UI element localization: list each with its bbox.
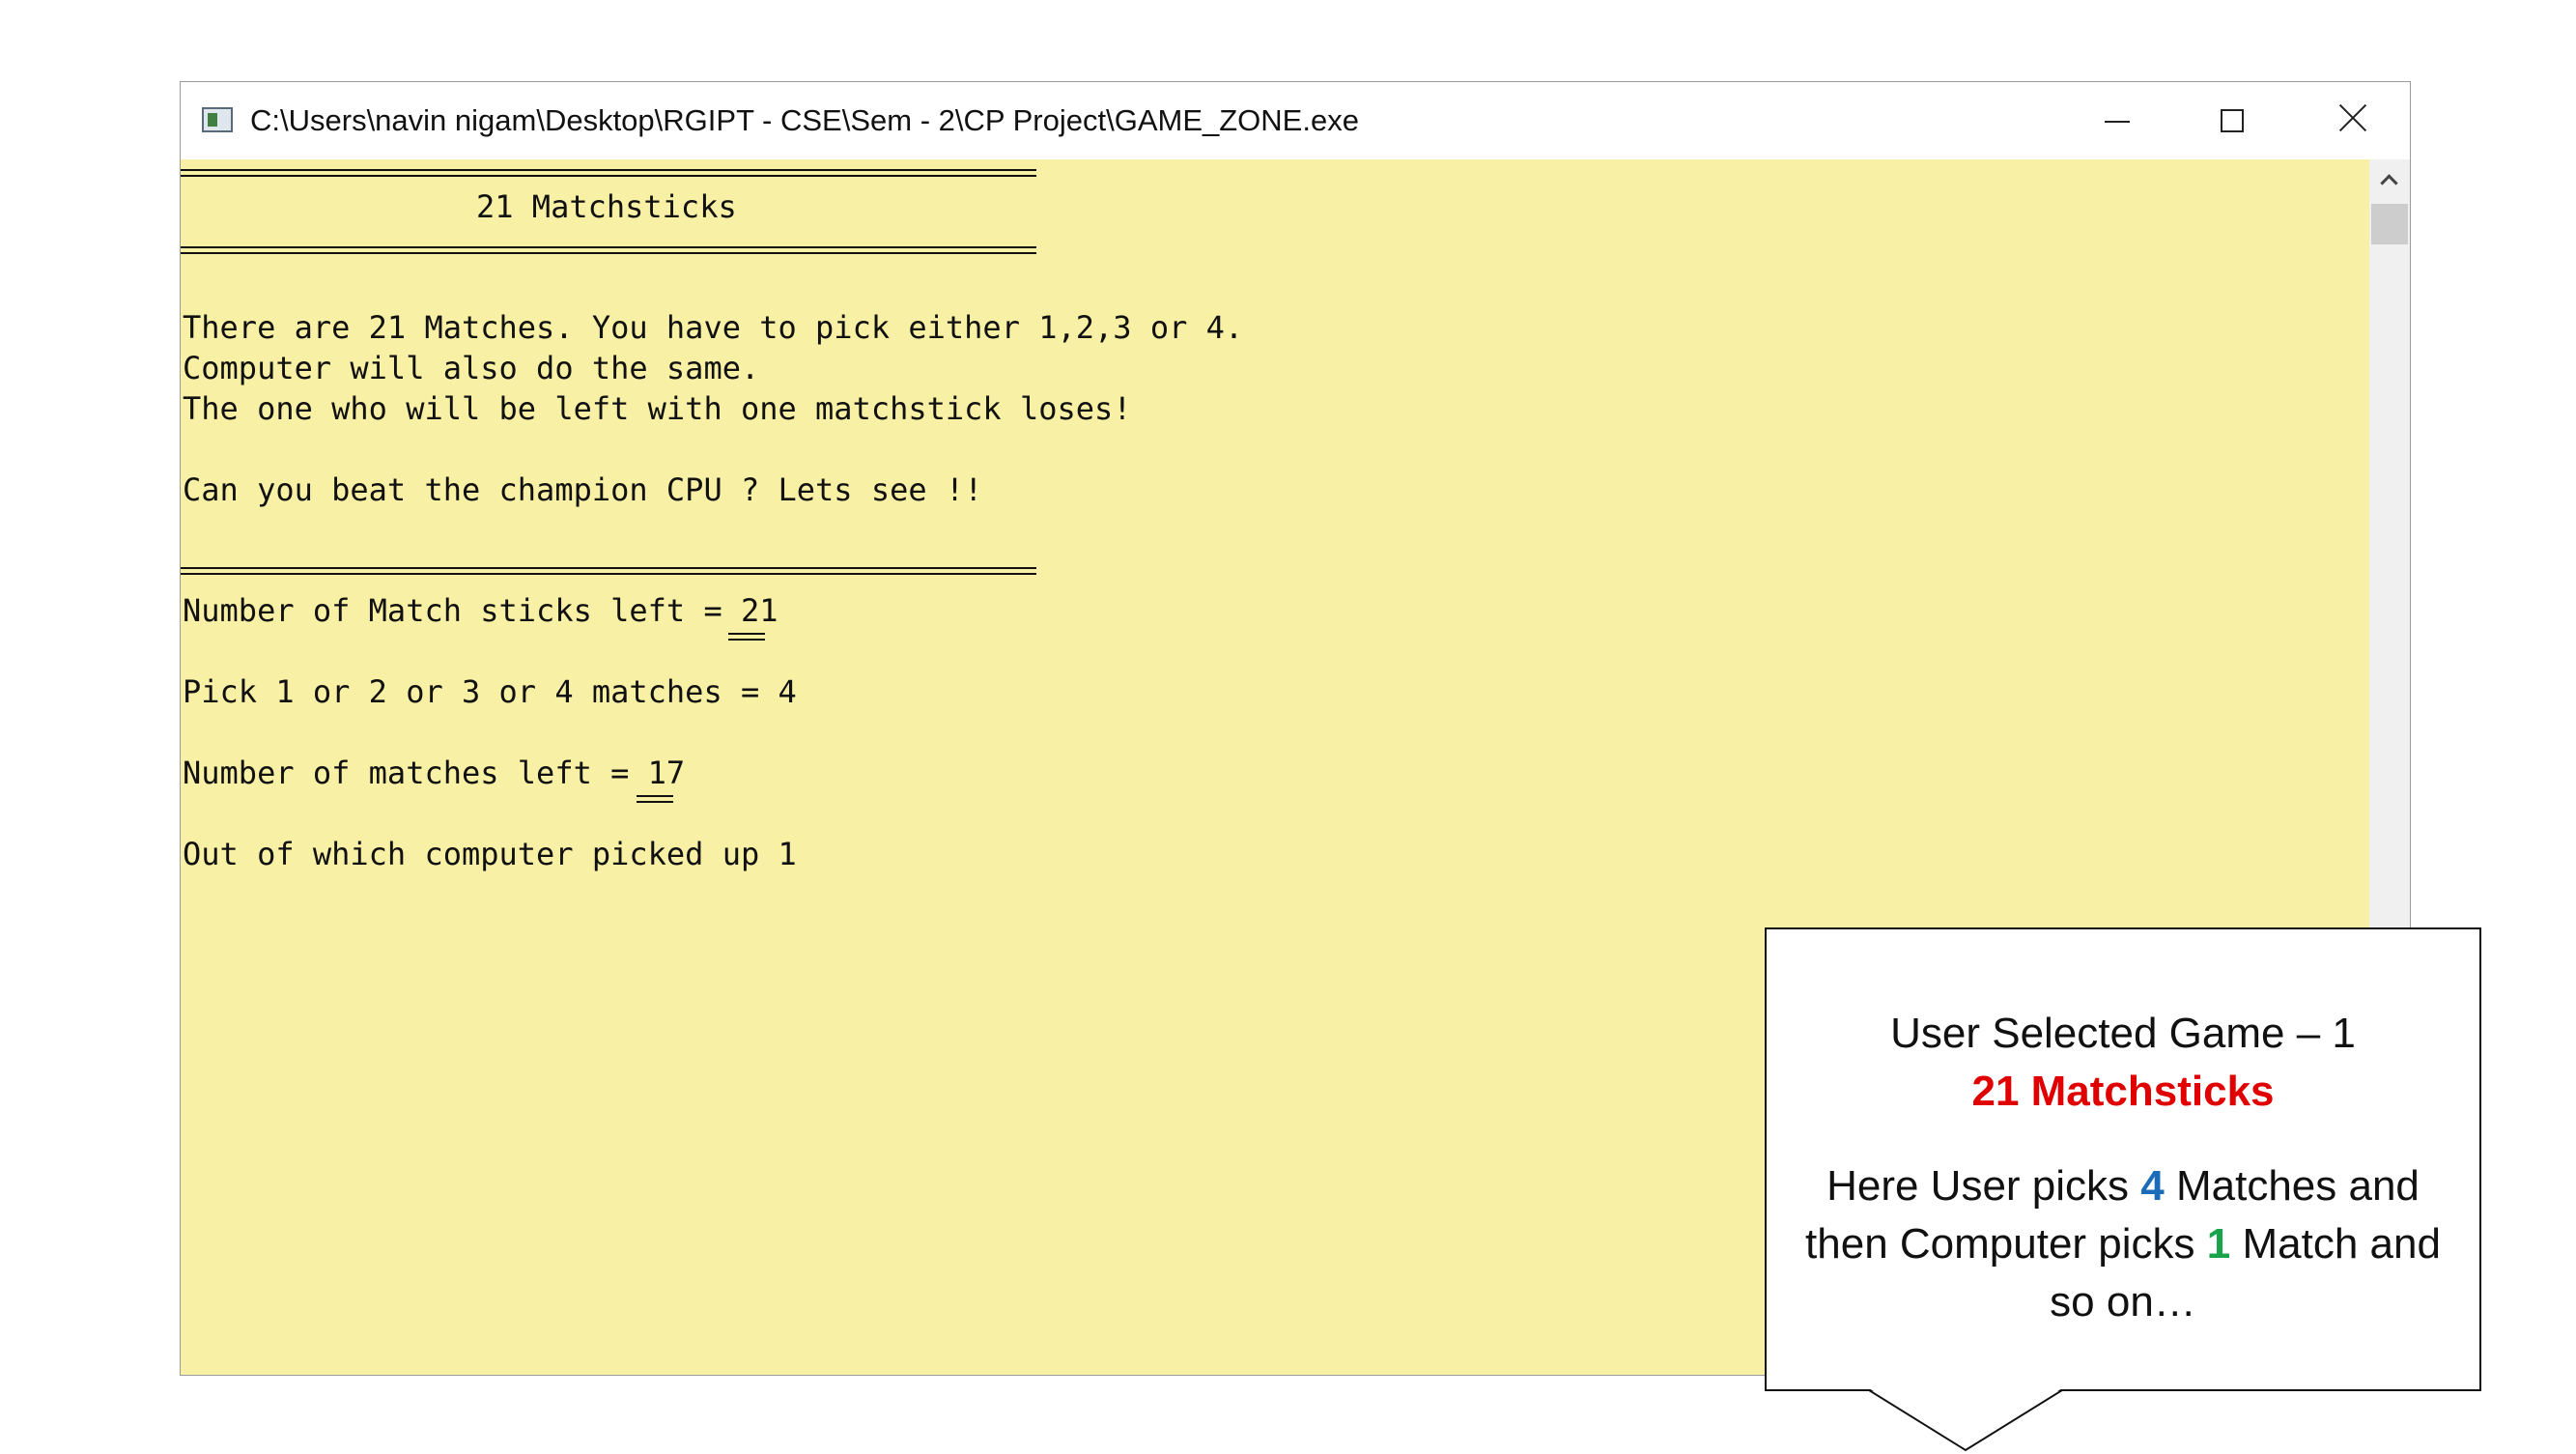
maximize-icon [2221,109,2244,132]
heading-rule-top-1 [181,169,1036,171]
minimize-icon [2105,121,2130,123]
game-heading: 21 Matchsticks [476,188,737,225]
app-icon [202,107,233,132]
annotation-callout: User Selected Game – 1 21 Matchsticks He… [1765,927,2481,1391]
close-icon [2338,103,2367,132]
close-button[interactable] [2294,82,2410,159]
section-rule-2 [181,573,1036,575]
callout-line-3: Here User picks 4 Matches and [1767,1157,2479,1215]
scroll-up-icon[interactable] [2381,173,2394,186]
callout-game-name: 21 Matchsticks [1971,1068,2275,1115]
matches-left-label: Number of matches left = [183,755,648,791]
callout-line-4-b: Match and [2230,1220,2441,1268]
section-rule-1 [181,567,1036,569]
sticks-left-label: Number of Match sticks left = [183,592,741,629]
callout-tail [1869,1388,2062,1452]
window-title: C:\Users\navin nigam\Desktop\RGIPT - CSE… [250,103,1359,137]
matches-left-underline-1 [637,795,673,797]
callout-line-3-b: Matches and [2164,1162,2420,1210]
heading-rule-bottom-2 [181,252,1036,254]
scroll-thumb[interactable] [2371,204,2408,244]
rules-line-3: The one who will be left with one matchs… [183,390,1132,427]
sticks-left-value: 21 [740,592,778,629]
maximize-button[interactable] [2174,82,2290,159]
rules-line-2: Computer will also do the same. [183,350,760,386]
sticks-left-line: Number of Match sticks left = 21 [183,593,778,628]
sticks-left-underline-1 [728,633,765,635]
callout-line-3-a: Here User picks [1826,1162,2141,1210]
heading-rule-top-2 [181,175,1036,177]
callout-line-1: User Selected Game – 1 [1890,1010,2356,1057]
callout-line-5: so on… [2050,1278,2196,1326]
sticks-left-underline-2 [728,639,765,641]
pick-prompt[interactable]: Pick 1 or 2 or 3 or 4 matches = 4 [183,674,797,709]
callout-line-4-a: then Computer picks [1805,1220,2207,1268]
callout-computer-pick-number: 1 [2206,1220,2231,1268]
callout-user-pick-number: 4 [2140,1162,2165,1210]
title-bar[interactable]: C:\Users\navin nigam\Desktop\RGIPT - CSE… [181,82,2410,159]
challenge-line: Can you beat the champion CPU ? Lets see… [183,471,983,508]
minimize-button[interactable] [2058,82,2174,159]
computer-pick-line: Out of which computer picked up 1 [183,836,797,872]
matches-left-underline-2 [637,801,673,803]
callout-line-4: then Computer picks 1 Match and [1767,1215,2479,1273]
rules-line-1: There are 21 Matches. You have to pick e… [183,309,1244,346]
matches-left-line: Number of matches left = 17 [183,756,685,790]
heading-rule-bottom-1 [181,246,1036,248]
matches-left-value: 17 [647,755,686,791]
